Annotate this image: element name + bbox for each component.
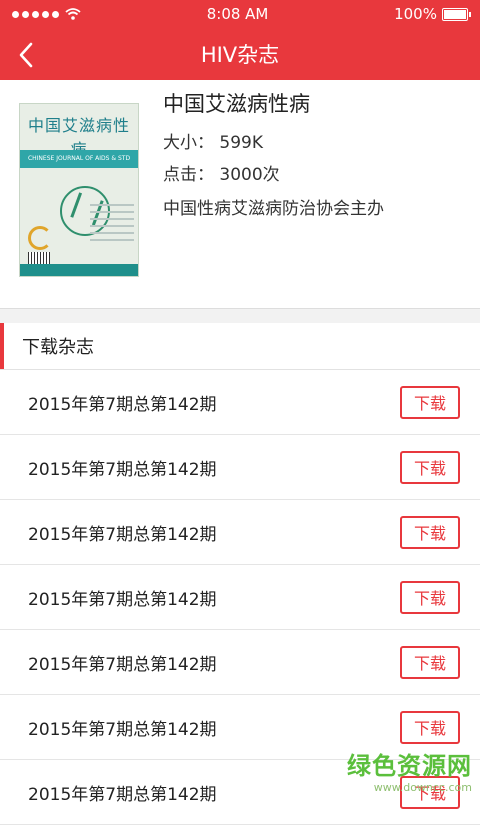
magazine-cover: 中国艾滋病性病 CHINESE JOURNAL OF AIDS & STD [19,103,139,277]
status-bar: 8:08 AM 100% [0,0,480,28]
watermark-logo: 绿色资源网 [347,752,472,780]
watermark: 绿色资源网 www.downcc.com [347,746,472,794]
battery-icon [441,7,471,21]
cover-text-lines [90,204,134,246]
section-title: 下载杂志 [22,337,94,358]
download-button[interactable]: 下载 [400,450,460,484]
issue-label: 2015年第7期总第142期 [28,784,217,805]
magazine-clicks: 点击： 3000次 [163,165,280,185]
cover-logo-icon [28,226,52,250]
list-item: 2015年第7期总第142期 下载 [0,500,480,565]
download-button[interactable]: 下载 [400,580,460,614]
header: 8:08 AM 100% HIV杂志 [0,0,480,80]
battery-percent: 100% [394,5,437,23]
issue-label: 2015年第7期总第142期 [28,719,217,740]
list-item: 2015年第7期总第142期 下载 [0,370,480,435]
section-header: 下载杂志 [0,323,480,370]
status-time: 8:08 AM [206,5,269,23]
issue-label: 2015年第7期总第142期 [28,589,217,610]
section-accent-bar [0,323,4,369]
issue-label: 2015年第7期总第142期 [28,654,217,675]
cover-footer-strip [20,264,138,276]
list-item: 2015年第7期总第142期 下载 [0,565,480,630]
magazine-info: 中国艾滋病性病 CHINESE JOURNAL OF AIDS & STD 中国… [0,80,480,308]
list-item: 2015年第7期总第142期 下载 [0,630,480,695]
issue-label: 2015年第7期总第142期 [28,394,217,415]
wifi-icon [65,8,81,20]
issue-label: 2015年第7期总第142期 [28,524,217,545]
signal-icon [12,10,59,18]
back-arrow-icon[interactable] [14,40,44,70]
download-button[interactable]: 下载 [400,710,460,744]
nav-bar: HIV杂志 [0,28,480,80]
magazine-publisher: 中国性病艾滋病防治协会主办 [163,199,384,219]
download-button[interactable]: 下载 [400,515,460,549]
page-title: HIV杂志 [200,43,280,67]
issue-label: 2015年第7期总第142期 [28,459,217,480]
cover-subtitle: CHINESE JOURNAL OF AIDS & STD [20,150,138,168]
divider [0,308,480,323]
magazine-size: 大小： 599K [163,133,263,153]
download-button[interactable]: 下载 [400,645,460,679]
download-button[interactable]: 下载 [400,385,460,419]
list-item: 2015年第7期总第142期 下载 [0,435,480,500]
watermark-url: www.downcc.com [373,781,472,794]
magazine-title: 中国艾滋病性病 [163,92,310,116]
